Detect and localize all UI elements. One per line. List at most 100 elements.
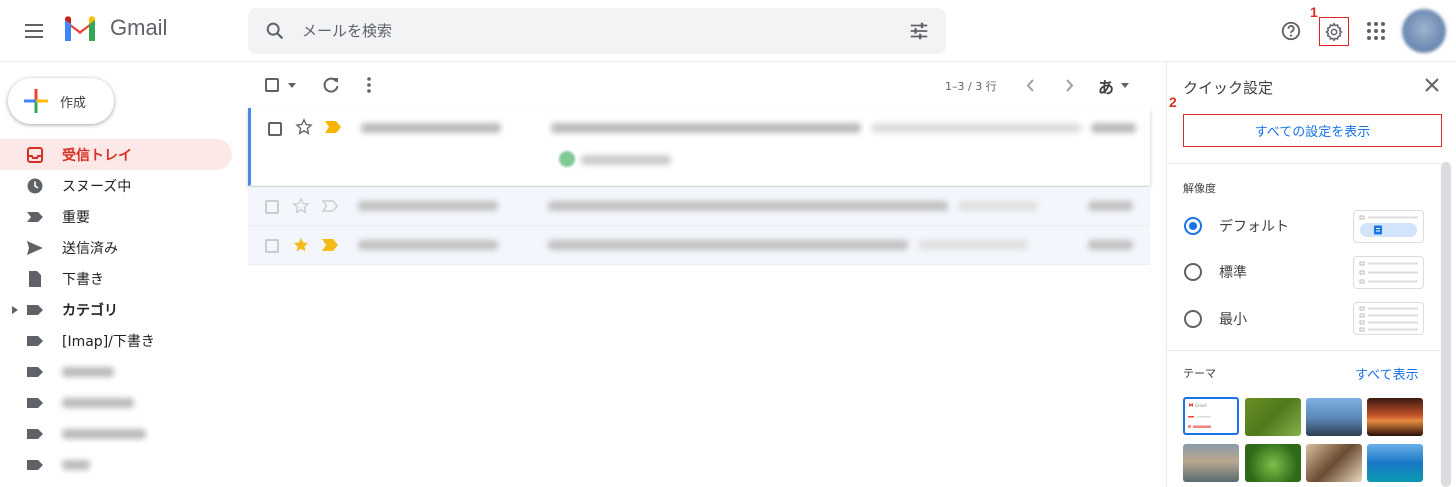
important-marker-icon[interactable]	[322, 200, 338, 212]
label-icon	[27, 367, 43, 377]
star-icon[interactable]	[292, 197, 310, 215]
table-row[interactable]	[248, 187, 1150, 226]
theme-city-thumbnail[interactable]	[1306, 398, 1362, 436]
star-icon[interactable]	[292, 236, 310, 254]
density-comfortable-preview[interactable]	[1353, 256, 1424, 289]
draft-icon	[29, 271, 41, 287]
theme-sea-thumbnail[interactable]	[1367, 444, 1423, 482]
theme-label: テーマ	[1183, 367, 1216, 380]
density-default-preview[interactable]	[1353, 210, 1424, 243]
theme-chess-thumbnail[interactable]	[1306, 444, 1362, 482]
star-icon[interactable]	[295, 118, 313, 136]
label-icon	[27, 336, 43, 346]
sidebar-item-hidden-label[interactable]	[0, 356, 232, 387]
divider	[1167, 163, 1441, 164]
theme-canyon-thumbnail[interactable]	[1367, 398, 1423, 436]
main-menu-button[interactable]	[20, 16, 50, 46]
chevron-left-icon[interactable]	[1026, 79, 1034, 92]
compose-plus-icon	[24, 89, 48, 113]
sidebar-item-label: 下書き	[62, 271, 104, 288]
input-tools-button[interactable]: あ	[1098, 74, 1114, 98]
density-compact-radio[interactable]	[1184, 310, 1202, 328]
label-icon	[27, 398, 43, 408]
density-comfortable-radio[interactable]	[1184, 263, 1202, 281]
sidebar-item-label: 受信トレイ	[62, 147, 132, 164]
help-icon[interactable]	[1280, 20, 1302, 42]
expand-arrow-icon[interactable]	[12, 306, 18, 314]
theme-default-preview: Gmail	[1188, 403, 1211, 428]
compose-button[interactable]: 作成	[8, 78, 114, 124]
sidebar-item-hidden-label[interactable]	[0, 449, 232, 480]
panel-title: クイック設定	[1183, 79, 1274, 97]
row-checkbox[interactable]	[265, 239, 279, 253]
step-marker-2: 2	[1169, 94, 1177, 110]
label-icon	[27, 305, 43, 315]
label-icon	[27, 429, 43, 439]
more-options-icon[interactable]	[366, 77, 372, 93]
density-option-label[interactable]: デフォルト	[1219, 216, 1289, 236]
label-important-icon	[27, 212, 43, 222]
sidebar-item-label: カテゴリ	[62, 302, 118, 319]
sidebar-item-label: 送信済み	[62, 240, 118, 257]
important-marker-icon[interactable]	[322, 239, 338, 251]
density-option-label[interactable]: 最小	[1219, 309, 1247, 329]
inbox-icon	[27, 147, 43, 163]
search-bar	[248, 8, 946, 54]
list-toolbar: 1–3 / 3 行 あ	[248, 62, 1150, 108]
refresh-icon[interactable]	[322, 76, 340, 94]
search-input[interactable]	[302, 16, 862, 46]
message-list-area: 1–3 / 3 行 あ	[248, 62, 1150, 487]
divider	[1167, 350, 1441, 351]
table-row[interactable]	[248, 226, 1150, 265]
send-icon	[27, 241, 43, 255]
sidebar-item-important[interactable]: 重要	[0, 201, 232, 232]
panel-scrollbar[interactable]	[1441, 162, 1451, 487]
sidebar: 作成 受信トレイ スヌーズ中 重要 送信済み 下書き カテゴリ [Imap]/下…	[0, 62, 240, 487]
see-all-themes-link[interactable]: すべて表示	[1355, 364, 1419, 383]
table-row[interactable]	[248, 108, 1150, 186]
compose-label: 作成	[60, 95, 87, 111]
row-checkbox[interactable]	[268, 122, 282, 136]
see-all-settings-button[interactable]: すべての設定を表示	[1183, 114, 1442, 147]
sidebar-item-hidden-label[interactable]	[0, 387, 232, 418]
top-bar: Gmail 1	[0, 0, 1456, 62]
sidebar-item-drafts[interactable]: 下書き	[0, 263, 232, 294]
settings-button[interactable]	[1319, 17, 1349, 46]
sidebar-item-hidden-label[interactable]	[0, 418, 232, 449]
select-dropdown-icon[interactable]	[288, 83, 296, 88]
density-comfortable-icon	[1359, 261, 1418, 284]
close-icon[interactable]	[1425, 78, 1439, 92]
theme-default-thumbnail[interactable]: Gmail	[1183, 397, 1239, 435]
theme-village-thumbnail[interactable]	[1183, 444, 1239, 482]
sidebar-item-inbox[interactable]: 受信トレイ	[0, 139, 232, 170]
sidebar-item-label: スヌーズ中	[62, 178, 132, 195]
sidebar-item-imap-drafts[interactable]: [Imap]/下書き	[0, 325, 232, 356]
density-label: 解像度	[1183, 182, 1216, 195]
search-options-icon[interactable]	[908, 20, 930, 42]
gmail-m-icon	[65, 16, 95, 41]
chevron-right-icon[interactable]	[1066, 79, 1074, 92]
theme-grass-thumbnail[interactable]	[1245, 398, 1301, 436]
important-marker-icon[interactable]	[325, 121, 341, 133]
row-checkbox[interactable]	[265, 200, 279, 214]
google-apps-icon[interactable]	[1366, 21, 1386, 41]
sidebar-item-label: [Imap]/下書き	[62, 333, 155, 350]
label-icon	[27, 460, 43, 470]
theme-leaf-thumbnail[interactable]	[1245, 444, 1301, 482]
gmail-logo[interactable]: Gmail	[62, 14, 167, 42]
sidebar-item-snoozed[interactable]: スヌーズ中	[0, 170, 232, 201]
sidebar-item-label: 重要	[62, 209, 90, 226]
theme-thumb-label: Gmail	[1195, 403, 1207, 408]
search-icon[interactable]	[264, 20, 286, 42]
density-option-label[interactable]: 標準	[1219, 262, 1247, 282]
density-default-radio[interactable]	[1184, 217, 1202, 235]
select-all-checkbox[interactable]	[265, 78, 279, 92]
input-tools-dropdown-icon[interactable]	[1121, 83, 1129, 88]
quick-settings-panel: クイック設定 2 すべての設定を表示 解像度 デフォルト 標準 最小 テーマ す…	[1166, 62, 1456, 487]
sidebar-item-categories[interactable]: カテゴリ	[0, 294, 232, 325]
app-name: Gmail	[110, 15, 168, 40]
density-compact-preview[interactable]	[1353, 302, 1424, 335]
clock-icon	[27, 178, 43, 194]
account-avatar[interactable]	[1402, 9, 1446, 53]
sidebar-item-sent[interactable]: 送信済み	[0, 232, 232, 263]
